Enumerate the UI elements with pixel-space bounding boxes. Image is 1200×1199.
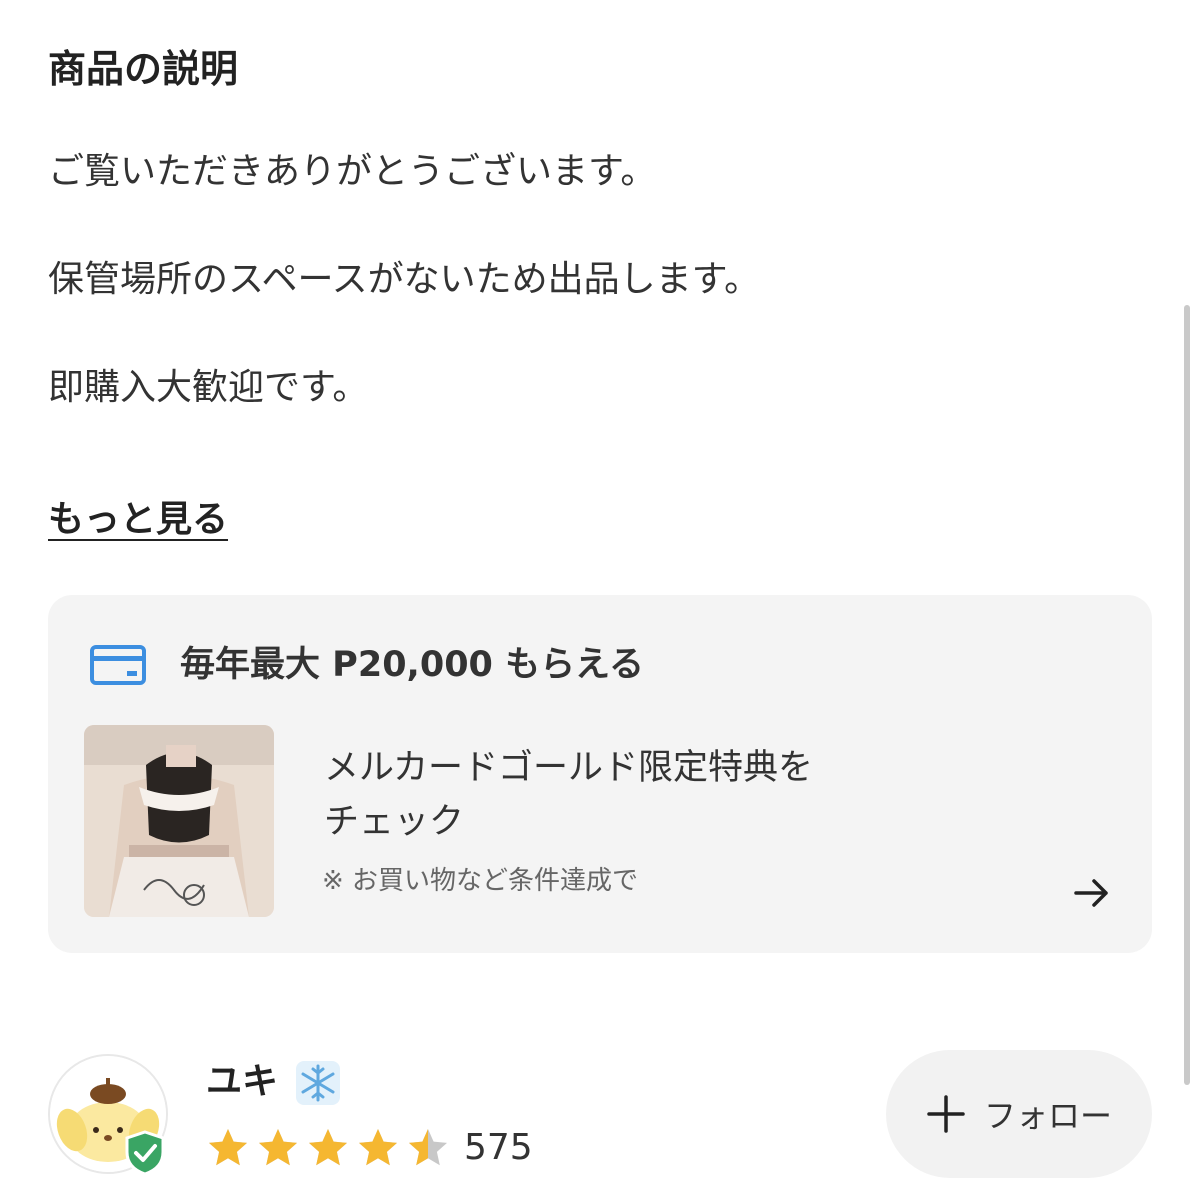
section-title: 商品の説明	[48, 47, 239, 91]
seller-avatar[interactable]	[48, 1054, 168, 1176]
seller-name[interactable]: ユキ	[206, 1056, 341, 1108]
scrollbar[interactable]	[1184, 305, 1190, 1085]
rating-star-icon	[359, 1129, 397, 1166]
plus-icon	[927, 1095, 965, 1133]
promo-thumbnail-image	[84, 725, 274, 917]
description-line: 保管場所のスペースがないため出品します。	[48, 259, 761, 300]
merucard-promo-card[interactable]: 毎年最大 P20,000 もらえる メルカードゴールド限定特典を チェック ※ …	[48, 595, 1152, 953]
promo-text-line: メルカードゴールド限定特典を	[324, 748, 813, 788]
rating-star-icon	[209, 1129, 247, 1166]
follow-button[interactable]: フォロー	[886, 1050, 1152, 1178]
description-line: ご覧いただきありがとうございます。	[48, 151, 657, 192]
promo-text-line: チェック	[324, 802, 465, 842]
seller-rating[interactable]: 575	[206, 1124, 533, 1172]
snowflake-icon	[295, 1061, 340, 1105]
follow-label: フォロー	[983, 1097, 1112, 1135]
see-more-link[interactable]: もっと見る	[48, 494, 228, 546]
rating-count: 575	[464, 1127, 533, 1168]
rating-star-icon	[259, 1129, 297, 1166]
product-detail-page: 商品の説明 ご覧いただきありがとうございます。 保管場所のスペースがないため出品…	[0, 0, 1200, 1199]
description-line: 即購入大歓迎です。	[48, 367, 369, 408]
rating-star-icon	[409, 1129, 447, 1166]
verified-shield-icon	[125, 1130, 165, 1176]
arrow-right-icon	[1074, 879, 1108, 907]
promo-note: ※ お買い物など条件達成で	[322, 866, 639, 896]
credit-card-icon	[90, 645, 146, 685]
rating-star-icon	[309, 1129, 347, 1166]
seller-name-text: ユキ	[206, 1061, 279, 1102]
promo-headline: 毎年最大 P20,000 もらえる	[180, 645, 645, 685]
promo-text: メルカードゴールド限定特典を チェック	[324, 741, 813, 849]
